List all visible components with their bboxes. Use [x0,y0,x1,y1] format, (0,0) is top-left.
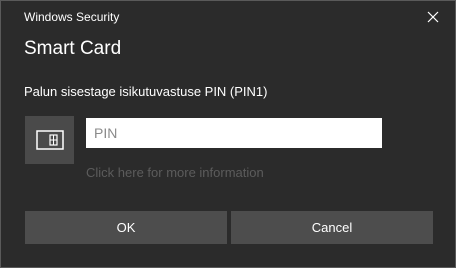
ok-button[interactable]: OK [25,211,227,244]
cancel-button[interactable]: Cancel [231,211,433,244]
smart-card-icon [35,130,64,150]
smart-card-icon-box [25,116,74,164]
close-button[interactable] [413,1,453,33]
more-info-link[interactable]: Click here for more information [86,165,264,180]
smart-card-dialog: Windows Security Smart Card Palun sisest… [0,0,456,268]
pin-prompt: Palun sisestage isikutuvastuse PIN (PIN1… [24,84,268,99]
title-bar: Windows Security [1,1,455,33]
dialog-heading: Smart Card [24,38,122,59]
window-title: Windows Security [24,10,120,24]
close-icon [427,11,439,23]
pin-input[interactable] [86,118,382,148]
